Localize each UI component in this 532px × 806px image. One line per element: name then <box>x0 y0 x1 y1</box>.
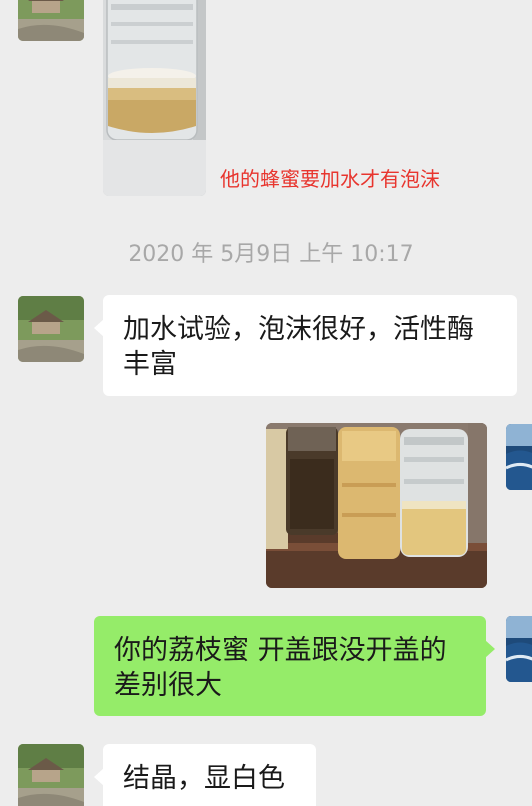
chat-screen: 他的蜂蜜要加水才有泡沫 2020 年 5月9日 上午 10:17 加水试验，泡沫… <box>0 0 532 806</box>
landscape-avatar-icon <box>18 744 84 806</box>
landscape-avatar-icon <box>18 0 84 41</box>
outgoing-message-bubble[interactable]: 你的荔枝蜜 开盖跟没开盖的 差别很大 <box>94 616 495 716</box>
my-avatar[interactable] <box>506 616 532 682</box>
ocean-avatar-icon <box>506 616 532 682</box>
contact-avatar[interactable] <box>18 744 84 806</box>
honey-bottles-photo[interactable] <box>266 423 487 588</box>
honey-jar-photo[interactable] <box>103 0 206 196</box>
contact-avatar[interactable] <box>18 296 84 362</box>
message-line: 丰富 <box>123 349 177 380</box>
my-avatar[interactable] <box>506 424 532 490</box>
landscape-avatar-icon <box>18 296 84 362</box>
message-line: 结晶，显白色 <box>123 763 285 794</box>
incoming-message-bubble[interactable]: 加水试验，泡沫很好，活性酶 丰富 <box>94 295 517 396</box>
honey-jar-photo-image <box>103 0 206 196</box>
honey-bottles-photo-image <box>266 423 487 588</box>
message-timestamp: 2020 年 5月9日 上午 10:17 <box>128 242 414 267</box>
incoming-message-bubble[interactable]: 结晶，显白色 <box>94 744 316 806</box>
ocean-avatar-icon <box>506 424 532 490</box>
contact-avatar[interactable] <box>18 0 84 41</box>
message-line: 加水试验，泡沫很好，活性酶 <box>123 314 474 345</box>
photo-annotation: 他的蜂蜜要加水才有泡沫 <box>220 167 440 191</box>
message-line: 差别很大 <box>114 670 222 701</box>
message-line: 你的荔枝蜜 开盖跟没开盖的 <box>114 635 447 666</box>
